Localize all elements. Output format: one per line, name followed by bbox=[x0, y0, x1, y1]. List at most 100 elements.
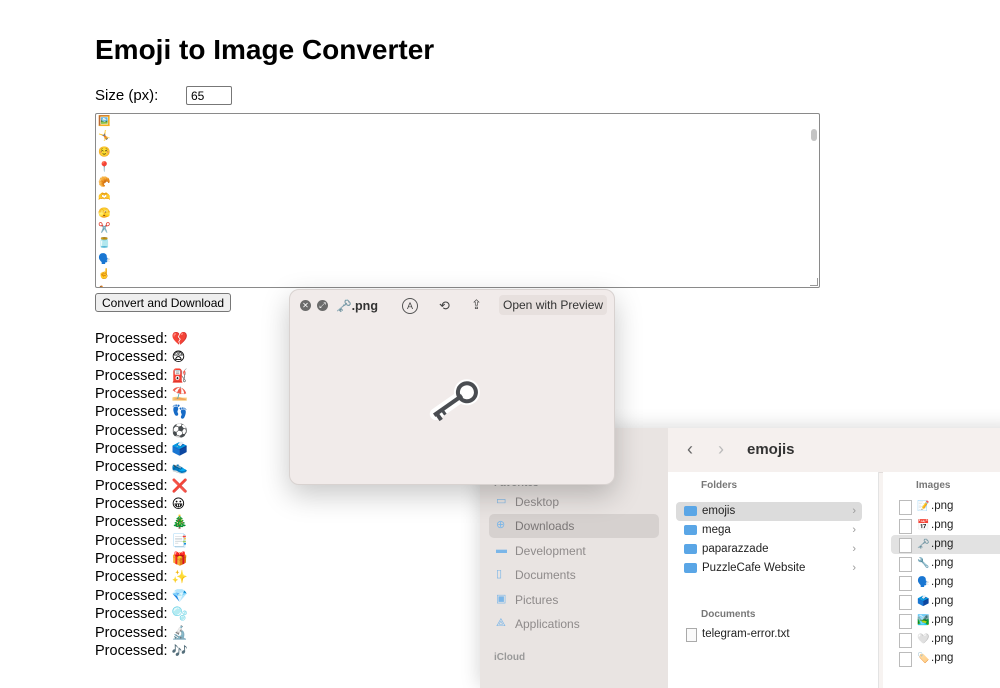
convert-and-download-button[interactable]: Convert and Download bbox=[95, 293, 232, 312]
folders-column: Folders emojis › mega › paparazzade › Pu… bbox=[668, 472, 879, 688]
image-row[interactable]: 🏞️ .png bbox=[891, 611, 1000, 630]
textarea-line: 🐅 bbox=[96, 282, 819, 287]
image-row[interactable]: 🔧 .png bbox=[891, 554, 1000, 573]
folder-icon bbox=[684, 525, 697, 535]
sidebar-item-development[interactable]: ▬ Development bbox=[489, 539, 659, 563]
open-with-preview-button[interactable]: Open with Preview bbox=[499, 295, 608, 315]
chevron-right-icon: › bbox=[852, 543, 856, 555]
finder-title: emojis bbox=[747, 441, 795, 458]
image-row[interactable]: 📅 .png bbox=[891, 516, 1000, 535]
sidebar-item-pictures[interactable]: ▣ Pictures bbox=[489, 588, 659, 612]
processed-item: Processed: ❌ bbox=[95, 477, 188, 495]
folder-row-mega[interactable]: mega › bbox=[676, 521, 862, 540]
applications-icon: ⟁ bbox=[496, 617, 506, 629]
size-label: Size (px): bbox=[95, 87, 159, 104]
finder-toolbar: ‹ › emojis bbox=[668, 428, 1000, 473]
processed-emoji: 🎶 bbox=[171, 643, 188, 659]
processed-emoji: 🫧 bbox=[171, 607, 188, 623]
processed-emoji: ⛽ bbox=[171, 368, 188, 384]
documents-header: Documents bbox=[701, 609, 756, 620]
image-row[interactable]: 🗣️ .png bbox=[891, 573, 1000, 592]
sidebar-item-desktop[interactable]: ▭ Desktop bbox=[489, 490, 659, 514]
image-row[interactable]: 🗳️ .png bbox=[891, 592, 1000, 611]
close-icon[interactable]: ✕ bbox=[300, 300, 311, 311]
processed-item: Processed: ✨ bbox=[95, 568, 188, 586]
image-row[interactable]: 🤍 .png bbox=[891, 630, 1000, 649]
quicklook-toolbar: ✕ ⤢ 🗝️.png A ⟲ ⇪ Open with Preview bbox=[290, 290, 614, 322]
textarea-line: ☝️ bbox=[98, 268, 111, 280]
sidebar-item-downloads[interactable]: ⊕ Downloads bbox=[489, 514, 659, 538]
image-thumbnail-icon bbox=[899, 614, 912, 629]
processed-item: Processed: 👣 bbox=[95, 403, 188, 421]
folder-row-puzzlecafe-website[interactable]: PuzzleCafe Website › bbox=[676, 559, 862, 578]
sidebar-item-label: Pictures bbox=[515, 593, 559, 607]
processed-prefix: Processed: bbox=[95, 569, 168, 586]
processed-item: Processed: 🔬 bbox=[95, 624, 188, 642]
sidebar-item-label: Applications bbox=[515, 617, 580, 631]
processed-emoji: 💔 bbox=[171, 332, 188, 347]
processed-emoji: ⚽ bbox=[171, 423, 188, 439]
processed-item: Processed: ⛽ bbox=[95, 367, 188, 385]
folders-header: Folders bbox=[701, 480, 738, 491]
processed-emoji: ❌ bbox=[171, 478, 188, 494]
image-thumbnail-icon bbox=[899, 538, 912, 553]
image-row-selected[interactable]: 🗝️ .png bbox=[891, 535, 1000, 554]
textarea-line: 🫶 bbox=[98, 192, 111, 204]
sidebar-section-icloud: iCloud bbox=[494, 652, 526, 663]
share-icon[interactable]: ⇪ bbox=[471, 297, 482, 313]
back-chevron-icon[interactable]: ‹ bbox=[687, 439, 693, 460]
document-icon: ▯ bbox=[496, 568, 503, 580]
processed-prefix: Processed: bbox=[95, 624, 168, 641]
quicklook-filename: 🗝️.png bbox=[336, 298, 378, 314]
processed-item: Processed: 🎄 bbox=[95, 513, 188, 531]
textarea-scrollbar[interactable] bbox=[811, 129, 817, 141]
folder-row-emojis[interactable]: emojis › bbox=[676, 502, 862, 521]
image-name: .png bbox=[931, 500, 954, 512]
processed-emoji: 🔬 bbox=[171, 625, 188, 641]
document-row-telegram-error[interactable]: telegram-error.txt bbox=[676, 625, 862, 644]
image-emoji: 🗣️ bbox=[917, 577, 930, 588]
key-image-preview bbox=[429, 379, 480, 422]
processed-item: Processed: 🎁 bbox=[95, 550, 188, 568]
page-title: Emoji to Image Converter bbox=[95, 34, 435, 65]
processed-emoji: 🎁 bbox=[171, 552, 188, 568]
processed-emoji: 📑 bbox=[171, 533, 188, 549]
image-emoji: 🏞️ bbox=[917, 615, 930, 626]
processed-prefix: Processed: bbox=[95, 551, 168, 568]
textarea-line: ☺️ bbox=[98, 146, 111, 158]
image-row[interactable]: 📝 .png bbox=[891, 497, 1000, 516]
textarea-line: 🗣️ bbox=[98, 253, 111, 265]
image-emoji: 📝 bbox=[917, 501, 930, 512]
image-name: .png bbox=[931, 557, 954, 569]
processed-prefix: Processed: bbox=[95, 422, 168, 439]
markup-icon[interactable]: A bbox=[402, 298, 418, 314]
processed-item: Processed: ⛱️ bbox=[95, 385, 188, 403]
file-type-icon: 🗝️ bbox=[336, 298, 352, 313]
processed-prefix: Processed: bbox=[95, 532, 168, 549]
sidebar-item-label: Desktop bbox=[515, 495, 560, 509]
sidebar-item-label: Documents bbox=[515, 568, 576, 582]
forward-chevron-icon[interactable]: › bbox=[718, 439, 724, 460]
folder-label: PuzzleCafe Website bbox=[702, 562, 806, 574]
processed-item: Processed: 🫧 bbox=[95, 605, 188, 623]
emoji-textarea[interactable]: 🖼️ 🤸 ☺️ 📍 🥐 🫶 🫣 ✂️ 🫙 🗣️ ☝️ 🐅 bbox=[95, 113, 820, 288]
chevron-right-icon: › bbox=[852, 524, 856, 536]
fullscreen-icon[interactable]: ⤢ bbox=[317, 300, 328, 311]
processed-item: Processed: ⚽ bbox=[95, 422, 188, 440]
textarea-line: 🤸 bbox=[98, 131, 111, 143]
processed-item: Processed: 😨 bbox=[95, 348, 188, 366]
rotate-icon[interactable]: ⟲ bbox=[439, 298, 450, 314]
image-thumbnail-icon bbox=[899, 652, 912, 667]
resize-handle-icon[interactable] bbox=[810, 278, 818, 286]
downloads-icon: ⊕ bbox=[496, 519, 506, 531]
filename-text: .png bbox=[351, 299, 378, 313]
processed-emoji: ⛱️ bbox=[171, 387, 188, 403]
folder-row-paparazzade[interactable]: paparazzade › bbox=[676, 540, 862, 559]
image-row[interactable]: 🏷️ .png bbox=[891, 649, 1000, 668]
processed-emoji: 😀 bbox=[171, 497, 186, 513]
sidebar-item-documents[interactable]: ▯ Documents bbox=[489, 563, 659, 587]
sidebar-item-applications[interactable]: ⟁ Applications bbox=[489, 612, 659, 636]
size-input[interactable] bbox=[186, 86, 232, 105]
image-name: .png bbox=[931, 595, 954, 607]
textarea-line: 🥐 bbox=[98, 177, 111, 189]
